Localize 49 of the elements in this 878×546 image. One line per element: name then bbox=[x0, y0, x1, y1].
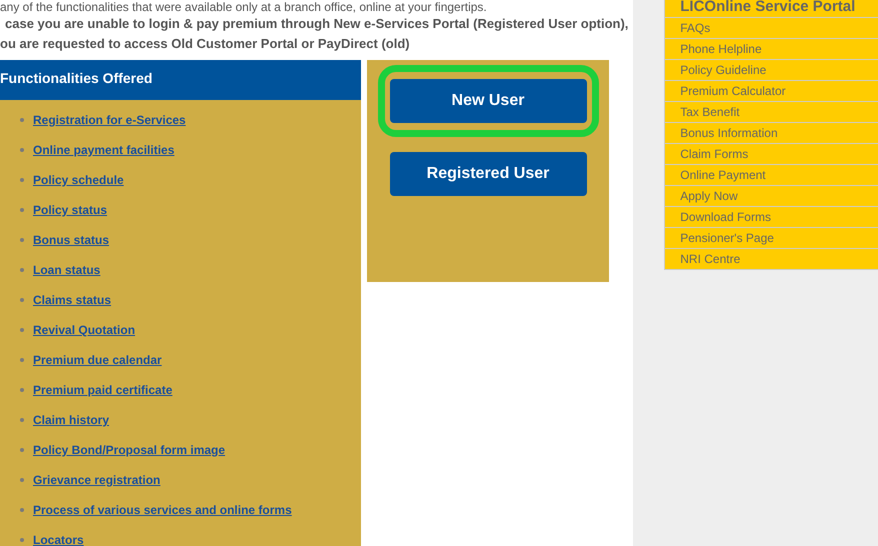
functionality-link[interactable]: Claims status bbox=[33, 293, 112, 307]
functionality-link[interactable]: Loan status bbox=[33, 263, 100, 277]
sidebar-link[interactable]: Bonus Information bbox=[665, 123, 878, 144]
functionality-link[interactable]: Revival Quotation bbox=[33, 323, 136, 337]
bullet-icon bbox=[20, 388, 24, 392]
bullet-icon bbox=[20, 268, 24, 272]
functionality-link[interactable]: Policy status bbox=[33, 203, 108, 217]
functionality-link[interactable]: Policy Bond/Proposal form image bbox=[33, 443, 226, 457]
sidebar-link[interactable]: Premium Calculator bbox=[665, 81, 878, 102]
bullet-icon bbox=[20, 238, 24, 242]
functionality-link[interactable]: Premium paid certificate bbox=[33, 383, 172, 397]
sidebar-title: LICOnline Service Portal bbox=[665, 0, 878, 18]
notice-text: ou are requested to access Old Customer Portal or PayDirect (old) bbox=[0, 35, 411, 53]
sidebar-link[interactable]: Policy Guideline bbox=[665, 60, 878, 81]
functionality-link[interactable]: Grievance registration bbox=[33, 473, 160, 487]
sidebar-link[interactable]: FAQs bbox=[665, 18, 878, 39]
functionality-link[interactable]: Online payment facilities bbox=[33, 143, 174, 157]
sidebar-link[interactable]: Tax Benefit bbox=[665, 102, 878, 123]
login-button[interactable]: Registered User bbox=[390, 152, 586, 196]
bullet-icon bbox=[20, 538, 24, 542]
sidebar-link[interactable]: Phone Helpline bbox=[665, 39, 878, 60]
functionality-link[interactable]: Claim history bbox=[33, 413, 110, 427]
bullet-icon bbox=[20, 118, 24, 122]
bullet-icon bbox=[20, 208, 24, 212]
login-button[interactable]: New User bbox=[390, 79, 586, 123]
sidebar-link[interactable]: Apply Now bbox=[665, 186, 878, 207]
bullet-icon bbox=[20, 358, 24, 362]
functionality-link[interactable]: Bonus status bbox=[33, 233, 110, 247]
bullet-icon bbox=[20, 418, 24, 422]
sidebar-link[interactable]: Pensioner's Page bbox=[665, 228, 878, 249]
bullet-icon bbox=[20, 478, 24, 482]
panel-title: Functionalities Offered bbox=[0, 60, 361, 100]
sidebar-link[interactable]: Claim Forms bbox=[665, 144, 878, 165]
bullet-icon bbox=[20, 298, 24, 302]
functionality-link[interactable]: Policy schedule bbox=[33, 173, 124, 187]
bullet-icon bbox=[20, 148, 24, 152]
functionality-link[interactable]: Process of various services and online forms bbox=[33, 503, 292, 517]
functionality-link[interactable]: Premium due calendar bbox=[33, 353, 162, 367]
intro-text: any of the functionalities that were available only at a branch office, online at your fingertips. bbox=[0, 0, 488, 14]
bullet-icon bbox=[20, 328, 24, 332]
bullet-icon bbox=[20, 448, 24, 452]
sidebar-link[interactable]: Online Payment bbox=[665, 165, 878, 186]
bullet-icon bbox=[20, 178, 24, 182]
sidebar-link[interactable]: NRI Centre bbox=[665, 249, 878, 270]
functionality-link[interactable]: Locators bbox=[33, 533, 84, 546]
notice-text: case you are unable to login & pay premium through New e-Services Portal (Registered User option), bbox=[4, 15, 630, 33]
functionality-link[interactable]: Registration for e-Services bbox=[33, 113, 186, 127]
sidebar-link[interactable]: Download Forms bbox=[665, 207, 878, 228]
bullet-icon bbox=[20, 508, 24, 512]
